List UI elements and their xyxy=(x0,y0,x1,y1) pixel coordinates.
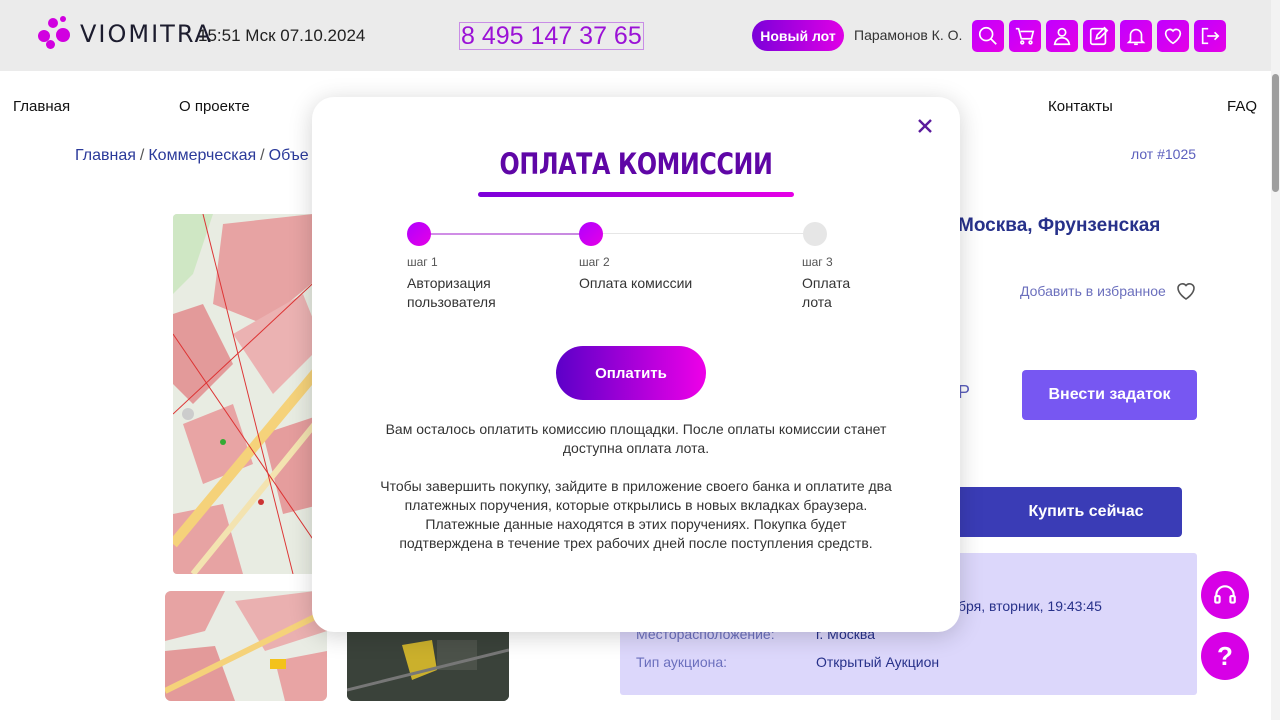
step-1-label: Авторизация пользователя xyxy=(407,275,496,310)
modal-title: ОПЛАТА КОМИССИИ xyxy=(499,147,773,181)
breadcrumb-separator: / xyxy=(139,147,145,164)
lot-thumbnail[interactable] xyxy=(165,591,327,701)
breadcrumb-object[interactable]: Объе xyxy=(269,147,309,164)
step-2-dot xyxy=(579,222,603,246)
bell-icon[interactable] xyxy=(1120,20,1152,52)
support-button[interactable] xyxy=(1201,571,1249,619)
nav-about[interactable]: О проекте xyxy=(179,98,250,115)
add-favorite-label: Добавить в избранное xyxy=(1020,283,1166,299)
add-favorite-link[interactable]: Добавить в избранное xyxy=(1020,279,1198,303)
breadcrumb-separator: / xyxy=(260,147,265,164)
phone-number[interactable]: 8 495 147 37 65 xyxy=(459,22,644,50)
edit-icon[interactable] xyxy=(1083,20,1115,52)
user-name[interactable]: Парамонов К. О. xyxy=(854,27,962,43)
step-1-dot xyxy=(407,222,431,246)
stepper-track-line xyxy=(591,233,815,234)
breadcrumb-home[interactable]: Главная xyxy=(75,147,136,164)
nav-faq[interactable]: FAQ xyxy=(1227,98,1257,115)
headset-icon xyxy=(1214,585,1236,604)
heart-icon xyxy=(1176,283,1195,300)
help-button[interactable]: ? xyxy=(1201,632,1249,680)
breadcrumb: Главная / Коммерческая / Объе xyxy=(75,147,309,165)
current-datetime: 15:51 Мск 07.10.2024 xyxy=(198,26,366,45)
new-lot-button[interactable]: Новый лот xyxy=(752,20,844,51)
heart-icon[interactable] xyxy=(1157,20,1189,52)
breadcrumb-commercial[interactable]: Коммерческая xyxy=(148,147,256,164)
nav-contacts[interactable]: Контакты xyxy=(1048,98,1113,115)
logo[interactable]: VIOMITRA xyxy=(36,16,213,52)
scrollbar-thumb[interactable] xyxy=(1272,74,1279,192)
step-2-label: Оплата комиссии xyxy=(579,275,693,291)
close-icon[interactable] xyxy=(914,115,936,137)
nav-home[interactable]: Главная xyxy=(13,98,70,115)
commission-info-text: Вам осталось оплатить комиссию площадки.… xyxy=(385,421,887,456)
step-1-number: шаг 1 xyxy=(407,255,438,269)
lot-number: лот #1025 xyxy=(1131,146,1197,162)
auction-type-value: Открытый Аукцион xyxy=(816,654,940,670)
step-2-number: шаг 2 xyxy=(579,255,610,269)
search-icon[interactable] xyxy=(972,20,1004,52)
payment-instructions-text: Чтобы завершить покупку, зайдите в прило… xyxy=(380,478,892,551)
top-header: VIOMITRA 15:51 Мск 07.10.2024 8 495 147 … xyxy=(0,0,1280,71)
lot-map-image[interactable] xyxy=(173,214,323,574)
logo-text: VIOMITRA xyxy=(80,20,213,48)
lot-title: Москва, Фрунзенская xyxy=(958,215,1161,236)
auction-end-date: бря, вторник, 19:43:45 xyxy=(958,598,1102,614)
step-3-number: шаг 3 xyxy=(802,255,833,269)
user-icon[interactable] xyxy=(1046,20,1078,52)
auction-type-label: Тип аукциона: xyxy=(636,654,728,670)
commission-payment-modal: ОПЛАТА КОМИССИИ шаг 1 шаг 2 шаг 3 Автори… xyxy=(312,97,960,632)
logo-icon xyxy=(36,16,72,52)
cart-icon[interactable] xyxy=(1009,20,1041,52)
step-3-dot xyxy=(803,222,827,246)
buy-now-button[interactable]: Купить сейчас xyxy=(930,487,1182,537)
pay-button[interactable]: Оплатить xyxy=(556,346,706,400)
title-underline xyxy=(478,192,794,197)
logout-icon[interactable] xyxy=(1194,20,1226,52)
step-3-label: Оплата лота xyxy=(802,275,851,310)
stepper-progress-line xyxy=(419,233,591,235)
deposit-button[interactable]: Внести задаток xyxy=(1022,370,1197,420)
